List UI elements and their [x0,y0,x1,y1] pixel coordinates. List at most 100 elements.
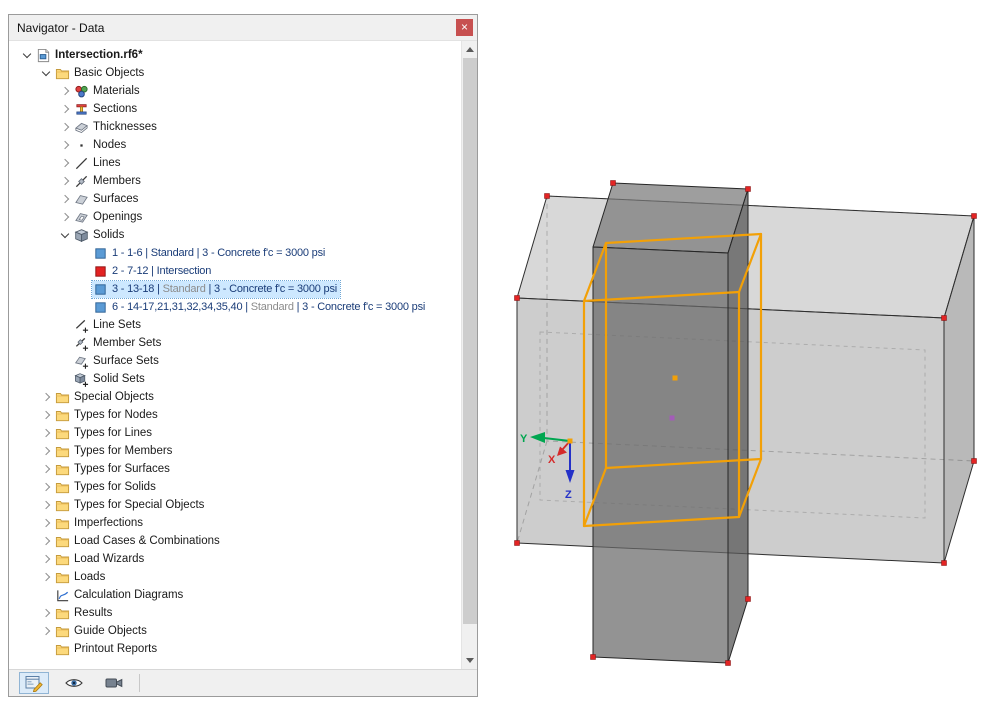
tree-item-solids[interactable]: Solids [9,226,461,244]
tree-item-content: Intersection.rf6* [35,47,146,64]
model-file-icon [35,47,51,63]
expand-chevron-icon[interactable] [38,412,54,418]
scroll-up-button[interactable] [462,41,477,58]
expand-chevron-icon[interactable] [38,556,54,562]
tree-item-imperfections[interactable]: Imperfections [9,514,461,532]
tree-item-solid-6[interactable]: 6 - 14-17,21,31,32,34,35,40 | Standard |… [9,298,461,316]
collapse-chevron-icon[interactable] [19,53,35,57]
folder-icon [54,515,70,531]
tree-item-results[interactable]: Results [9,604,461,622]
tree-item-types-for-members[interactable]: Types for Members [9,442,461,460]
3d-viewport[interactable]: Y Z X [478,0,998,713]
tree-item-guide-objects[interactable]: Guide Objects [9,622,461,640]
tree-item-content: Line Sets [73,317,144,334]
collapse-chevron-icon[interactable] [57,233,73,237]
collapse-chevron-icon[interactable] [38,71,54,75]
tree-item-special-objects[interactable]: Special Objects [9,388,461,406]
folder-icon [54,389,70,405]
expand-chevron-icon[interactable] [57,214,73,220]
tree-item-content: Load Wizards [54,551,147,568]
expand-chevron-icon[interactable] [38,610,54,616]
tree-item-calculation-diagrams[interactable]: Calculation Diagrams [9,586,461,604]
surface-sets-icon [73,353,89,369]
display-navigator-tab[interactable] [59,672,89,694]
tree-item-label: Sections [93,103,137,115]
views-navigator-tab[interactable] [99,672,129,694]
tree-item-label: Surfaces [93,193,138,205]
expand-chevron-icon[interactable] [38,484,54,490]
tree-item-member-sets[interactable]: Member Sets [9,334,461,352]
scroll-down-button[interactable] [462,652,477,669]
expand-chevron-icon[interactable] [38,430,54,436]
x-axis-label: X [548,454,556,466]
tree-item-content: Sections [73,101,140,118]
tree-item-solid-2[interactable]: 2 - 7-12 | Intersection [9,262,461,280]
tree-item-types-for-solids[interactable]: Types for Solids [9,478,461,496]
tree-item-label: Guide Objects [74,625,147,637]
tree-item-label: Nodes [93,139,126,151]
tree-item-content: 6 - 14-17,21,31,32,34,35,40 | Standard |… [92,299,428,316]
scrollbar[interactable] [461,41,477,669]
tree-item-line-sets[interactable]: Line Sets [9,316,461,334]
tree-item-label: Types for Members [74,445,172,457]
tree-item-basic-objects[interactable]: Basic Objects [9,64,461,82]
tree-item-content: Imperfections [54,515,146,532]
expand-chevron-icon[interactable] [57,142,73,148]
column-solid[interactable] [593,183,748,663]
folder-icon [54,569,70,585]
tree-item-surface-sets[interactable]: Surface Sets [9,352,461,370]
tree-item-openings[interactable]: Openings [9,208,461,226]
expand-chevron-icon[interactable] [57,88,73,94]
tree-item-members[interactable]: Members [9,172,461,190]
expand-chevron-icon[interactable] [38,466,54,472]
tree-item-solid-3[interactable]: 3 - 13-18 | Standard | 3 - Concrete f'c … [9,280,461,298]
tree-item-content: 2 - 7-12 | Intersection [92,263,214,280]
tree-item-lines[interactable]: Lines [9,154,461,172]
expand-chevron-icon[interactable] [38,628,54,634]
tree-item-nodes[interactable]: Nodes [9,136,461,154]
folder-icon [54,497,70,513]
expand-chevron-icon[interactable] [38,574,54,580]
tree-item-loads[interactable]: Loads [9,568,461,586]
tree-item-root-intersection-rf6[interactable]: Intersection.rf6* [9,46,461,64]
tree-item-types-for-lines[interactable]: Types for Lines [9,424,461,442]
tree-item-printout-reports[interactable]: Printout Reports [9,640,461,658]
tree-item-load-wizards[interactable]: Load Wizards [9,550,461,568]
expand-chevron-icon[interactable] [38,520,54,526]
tree-item-solid-1[interactable]: 1 - 1-6 | Standard | 3 - Concrete f'c = … [9,244,461,262]
scrollbar-thumb[interactable] [463,58,477,624]
tree-item-label: Openings [93,211,142,223]
close-button[interactable]: × [456,19,473,36]
solid-blue-icon [92,299,108,315]
expand-chevron-icon[interactable] [57,178,73,184]
expand-chevron-icon[interactable] [57,160,73,166]
tree-item-label: Printout Reports [74,643,157,655]
tree-item-surfaces[interactable]: Surfaces [9,190,461,208]
folder-icon [54,479,70,495]
tree-item-materials[interactable]: Materials [9,82,461,100]
tree-item-load-cases-and-combinations[interactable]: Load Cases & Combinations [9,532,461,550]
tree-item-types-for-surfaces[interactable]: Types for Surfaces [9,460,461,478]
z-axis-label: Z [565,489,572,501]
expand-chevron-icon[interactable] [38,394,54,400]
tree-item-sections[interactable]: Sections [9,100,461,118]
panel-titlebar[interactable]: Navigator - Data × [9,15,477,41]
folder-icon [54,605,70,621]
navigator-panel: Navigator - Data × Intersection.rf6*Basi… [8,14,478,697]
tree-item-content: Types for Special Objects [54,497,207,514]
expand-chevron-icon[interactable] [57,196,73,202]
tree-item-content: Surface Sets [73,353,162,370]
tree-item-thicknesses[interactable]: Thicknesses [9,118,461,136]
expand-chevron-icon[interactable] [57,124,73,130]
expand-chevron-icon[interactable] [38,538,54,544]
tree-item-label: Load Wizards [74,553,144,565]
data-navigator-tab[interactable] [19,672,49,694]
tree-item-content: Types for Members [54,443,175,460]
expand-chevron-icon[interactable] [38,502,54,508]
folder-icon [54,425,70,441]
tree-item-solid-sets[interactable]: Solid Sets [9,370,461,388]
tree-item-types-for-special-objects[interactable]: Types for Special Objects [9,496,461,514]
expand-chevron-icon[interactable] [38,448,54,454]
expand-chevron-icon[interactable] [57,106,73,112]
tree-item-types-for-nodes[interactable]: Types for Nodes [9,406,461,424]
